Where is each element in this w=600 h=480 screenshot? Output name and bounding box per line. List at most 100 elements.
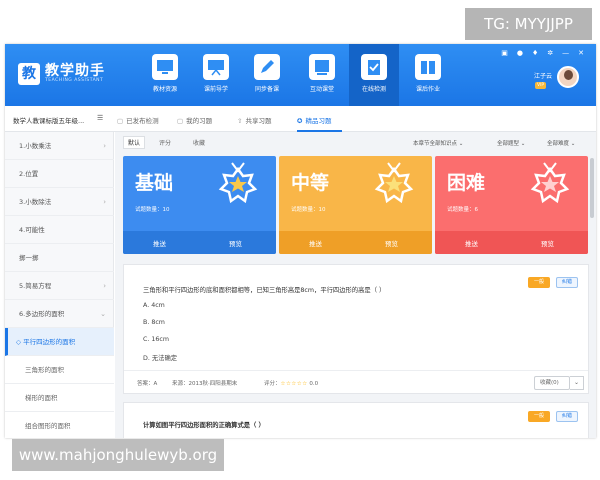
bell-icon[interactable]: ● [517,49,523,57]
top-bar: 教 教学助手 TEACHING ASSISTANT 教材资源 课前导学 同步备课 [5,44,596,106]
filter-favorites[interactable]: 收藏 [193,138,205,147]
star-rating[interactable]: ☆☆☆☆☆ [281,381,308,387]
card-count: 试题数量：6 [447,207,478,213]
nav-label: 教材资源 [152,86,177,93]
difficulty-dropdown[interactable]: 全部难度 ⌄ [547,139,575,147]
avatar[interactable] [557,66,579,88]
card-footer: 推送 预览 [123,231,276,254]
sidebar-item-possibility[interactable]: 4.可能性 [5,216,114,244]
doc-icon: ▢ [177,117,184,125]
option-d: D. 无法确定 [143,355,178,362]
tshirt-icon[interactable]: ♦ [532,49,538,57]
question-text: 三角形和平行四边形的底和面积都相等，已知三角形高是8cm，平行四边形的高是（ ） [143,287,386,294]
sidebar-item-position[interactable]: 2.位置 [5,160,114,188]
monitor-icon [152,54,178,80]
question-text: 计算如图平行四边形面积的正确算式是（ ） [143,422,265,429]
app-window: 教 教学助手 TEACHING ASSISTANT 教材资源 课前导学 同步备课 [5,44,596,438]
chat-icon[interactable]: ▣ [501,49,508,57]
option-c: C. 16cm [143,336,170,343]
preview-button[interactable]: 预览 [385,238,398,248]
answer-label: 答案：A [137,381,158,387]
sidebar-item-trapezoid-area[interactable]: 梯形的面积 [5,384,114,412]
nav-pre-class[interactable]: 课前导学 [191,50,241,102]
push-button[interactable]: 推送 [309,238,322,248]
sidebar-item-decimal-division[interactable]: 3.小数除法 › [5,188,114,216]
user-tag-badge: VIP [535,82,547,89]
nav-label: 课前导学 [203,86,228,93]
app-title: 教学助手 [45,63,105,79]
card-count: 试题数量：10 [291,207,326,213]
question-card: 一般 纠错 三角形和平行四边形的底和面积都相等，已知三角形高是8cm，平行四边形… [123,264,589,394]
sidebar-item-dice[interactable]: 掷一掷 [5,244,114,272]
question-card: 一般 纠错 计算如图平行四边形面积的正确算式是（ ） [123,402,589,438]
tab-premium-questions[interactable]: ✪ 精品习题 [297,115,331,125]
difficulty-badge: 一般 [528,277,550,288]
card-footer: 推送 预览 [279,231,432,254]
sidebar-item-composite-area[interactable]: 组合图形的面积 [5,412,114,438]
screenshot-root: TG: MYYJJPP 教 教学助手 TEACHING ASSISTANT 教材… [0,0,600,480]
card-medium[interactable]: 中等 试题数量：10 推送 预览 [279,156,432,254]
sidebar-item-decimal-multiplication[interactable]: 1.小数乘法 › [5,132,114,160]
nav-label: 课后作业 [415,86,440,93]
book-title[interactable]: 数学人教课标版五年级... [13,115,84,125]
report-error-button[interactable]: 纠错 [556,277,578,288]
sidebar-item-simple-equations[interactable]: 5.简易方程 › [5,272,114,300]
nav-label: 在线检测 [361,86,386,93]
card-title: 中等 [291,172,330,194]
card-hard[interactable]: 困难 试题数量：6 推送 预览 [435,156,588,254]
nav-textbook-resources[interactable]: 教材资源 [140,50,190,102]
chevron-right-icon: › [103,142,106,150]
push-button[interactable]: 推送 [153,238,166,248]
filter-default[interactable]: 默认 [123,136,146,149]
report-error-button[interactable]: 纠错 [556,411,578,422]
nav-online-test[interactable]: 在线检测 [349,44,399,106]
card-basic[interactable]: 基础 试题数量：10 推送 预览 [123,156,276,254]
push-button[interactable]: 推送 [465,238,478,248]
medal-icon [374,162,414,204]
filter-bar: 默认 评分 收藏 本章节全部知识点 ⌄ 全部题型 ⌄ 全部难度 ⌄ [115,132,596,154]
presentation-icon [203,54,229,80]
collect-button[interactable]: 收藏(0) [534,376,570,390]
rating-score: 0.0 [309,381,319,387]
nav-label: 互动课堂 [309,86,334,93]
chevron-down-icon[interactable]: ⌄ [570,376,584,390]
chevron-right-icon: › [103,198,106,206]
nav-homework[interactable]: 课后作业 [403,50,453,102]
sub-bar: 数学人教课标版五年级... ☰ ▢ 已发布检测 ▢ 我的习题 ⇧ 共享习题 ✪ 精品习题 [5,106,596,132]
card-title: 基础 [135,172,174,194]
tab-my-questions[interactable]: ▢ 我的习题 [177,115,212,125]
scrollbar[interactable] [590,158,594,218]
tab-shared-questions[interactable]: ⇧ 共享习题 [237,115,271,125]
option-b: B. 8cm [143,319,165,326]
medal-icon [218,162,258,204]
nav-interactive-class[interactable]: 互动课堂 [297,50,347,102]
sidebar-item-triangle-area[interactable]: 三角形的面积 [5,356,114,384]
nav-lesson-prep[interactable]: 同步备课 [242,50,292,102]
option-a: A. 4cm [143,302,165,309]
menu-icon[interactable]: ☰ [97,114,103,122]
knowledge-point-dropdown[interactable]: 本章节全部知识点 ⌄ [413,139,463,147]
preview-button[interactable]: 预览 [541,238,554,248]
filter-rating[interactable]: 评分 [159,138,171,147]
sidebar-item-polygon-area[interactable]: 6.多边形的面积 ⌄ [5,300,114,328]
question-type-dropdown[interactable]: 全部题型 ⌄ [497,139,525,147]
tg-watermark: TG: MYYJJPP [465,8,592,40]
preview-button[interactable]: 预览 [229,238,242,248]
share-icon: ⇧ [237,117,243,125]
window-controls: ▣ ● ♦ ✲ — ✕ [492,49,584,57]
doc-icon: ▢ [117,117,124,125]
card-footer: 推送 预览 [435,231,588,254]
url-watermark: www.mahjonghulewyb.org [12,439,224,471]
difficulty-cards: 基础 试题数量：10 推送 预览 中等 试题数量：10 推送 预览 困难 试题数… [115,156,596,256]
clipboard-check-icon [361,54,387,80]
rating-label: 评分：☆☆☆☆☆ 0.0 [264,381,319,387]
minimize-icon[interactable]: — [562,49,569,57]
tab-published-tests[interactable]: ▢ 已发布检测 [117,115,159,125]
settings-icon[interactable]: ✲ [547,49,553,57]
close-icon[interactable]: ✕ [578,49,584,57]
screen-icon [309,54,335,80]
user-name: 江子云 [534,73,553,80]
pen-icon [254,54,280,80]
sidebar-item-parallelogram-area[interactable]: ◇ 平行四边形的面积 [5,328,114,356]
question-footer: 答案：A 来源：2013秋·四阳县期末 评分：☆☆☆☆☆ 0.0 收藏(0) ⌄ [124,370,588,394]
